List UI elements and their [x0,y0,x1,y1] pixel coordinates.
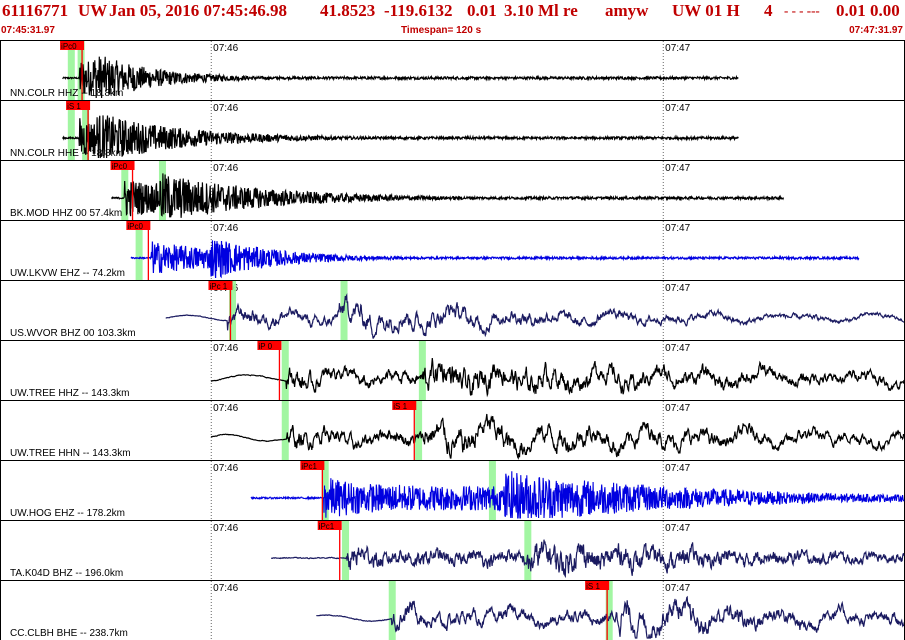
pick-label: iPc0 [61,42,77,51]
event-author: amyw [605,1,649,20]
waveform-trace [62,56,739,99]
pick-label: iPc1 [319,522,335,531]
event-count: 4 [764,1,773,20]
time-tick-label: 07:47 [665,343,690,354]
event-extra: 0.01 0.00 [836,1,900,20]
waveform-trace [270,539,905,579]
station-label: NN.COLR HHZ -- 18.8km [10,88,123,99]
station-label: UW.TREE HHN -- 143.3km [10,448,131,459]
pick-label: iPc1 [301,462,317,471]
time-tick-label: 07:46 [213,343,238,354]
trace-panel: 07:46 07:47 iPc0 BK.MOD HHZ 00 57.4km [0,160,905,221]
event-source: UW 01 H [672,1,740,20]
station-label: CC.CLBH BHE -- 238.7km [10,628,128,639]
timespan-label: Timespan= 120 s [401,25,482,36]
phase-marker [388,581,396,640]
station-label: UW.HOG EHZ -- 178.2km [10,508,125,519]
panel-border [0,460,905,521]
time-tick-label: 07:46 [213,583,238,594]
station-label: TA.K04D BHZ -- 196.0km [10,568,123,579]
event-flags: - - - --- [784,3,820,18]
station-label: NN.COLR HHE -- 18.8km [10,148,124,159]
time-tick-label: 07:47 [665,223,690,234]
phase-marker [342,521,350,580]
waveform-trace [130,240,860,279]
waveform-trace [250,471,905,519]
station-label: BK.MOD HHZ 00 57.4km [10,208,122,219]
trace-panel: 07:46 07:47 iS 1 UW.TREE HHN -- 143.3km [0,400,905,461]
trace-panel: 07:46 07:47 iS 1 NN.COLR HHE -- 18.8km [0,100,905,161]
time-tick-label: 07:47 [665,463,690,474]
trace-panel: 07:46 07:47 iS 1 CC.CLBH BHE -- 238.7km [0,580,905,640]
time-tick-label: 07:47 [665,103,690,114]
event-longitude: -119.6132 [384,1,453,20]
time-bar: 07:45:31.97 Timespan= 120 s 07:47:31.97 [0,25,905,39]
time-tick-label: 07:46 [213,523,238,534]
time-tick-label: 07:47 [665,163,690,174]
event-datetime: Jan 05, 2016 07:45:46.98 [109,1,288,20]
event-latitude: 41.8523 [320,1,376,20]
waveform-trace [165,293,905,339]
time-tick-label: 07:46 [213,103,238,114]
phase-marker [281,401,289,460]
waveform-trace [62,115,739,159]
pick-label: iP 0 [258,342,272,351]
trace-panel: 07:46 07:47 iP 0 UW.TREE HHZ -- 143.3km [0,340,905,401]
phase-marker [281,341,289,400]
station-label: US.WVOR BHZ 00 103.3km [10,328,136,339]
panel-border [0,40,905,101]
pick-label: iPc0 [127,222,143,231]
time-tick-label: 07:47 [665,43,690,54]
panel-border [0,400,905,461]
waveform-plot[interactable]: 07:46 07:47iPc0NN.COLR HHZ -- 18.8km07:46… [0,40,905,640]
time-tick-label: 07:47 [665,283,690,294]
waveform-trace [111,173,785,218]
pick-label: iPc0 [112,162,128,171]
time-tick-label: 07:46 [213,163,238,174]
time-tick-label: 07:47 [665,523,690,534]
panel-border [0,520,905,581]
event-id: 61116771 [2,1,69,20]
station-label: UW.TREE HHZ -- 143.3km [10,388,129,399]
trace-panel: 07:46 07:47 iPc0 UW.LKVW EHZ -- 74.2km [0,220,905,281]
event-header: 61116771 UW Jan 05, 2016 07:45:46.98 41.… [2,1,905,23]
waveform-trace [210,357,905,398]
trace-panel: 07:46 07:47 iPc1 TA.K04D BHZ -- 196.0km [0,520,905,581]
time-tick-label: 07:46 [213,223,238,234]
trace-panel: 07:4607:47iPc 1US.WVOR BHZ 00 103.3km [0,280,905,341]
event-depth: 0.01 [467,1,497,20]
panel-border [0,580,905,640]
pick-label: iS 1 [393,402,407,411]
waveform-panels[interactable]: 07:46 07:47 iPc0 NN.COLR HHZ -- 18.8km 07:46… [0,40,905,640]
time-start: 07:45:31.97 [1,25,55,36]
time-tick-label: 07:46 [213,463,238,474]
time-tick-label: 07:47 [665,583,690,594]
time-tick-label: 07:47 [665,403,690,414]
pick-label: iS 1 [67,102,81,111]
pick-label: iPc 1 [209,282,227,291]
trace-panel: 07:46 07:47 iPc0 NN.COLR HHZ -- 18.8km [0,40,905,101]
time-tick-label: 07:46 [213,43,238,54]
waveform-trace [210,413,905,460]
station-label: UW.LKVW EHZ -- 74.2km [10,268,125,279]
trace-panel: 07:46 07:47 iPc1 UW.HOG EHZ -- 178.2km [0,460,905,521]
time-tick-label: 07:46 [213,403,238,414]
time-end: 07:47:31.97 [849,25,903,36]
event-magnitude: 3.10 Ml re [504,1,578,20]
pick-label: iS 1 [586,582,600,591]
network-code: UW [78,1,108,20]
